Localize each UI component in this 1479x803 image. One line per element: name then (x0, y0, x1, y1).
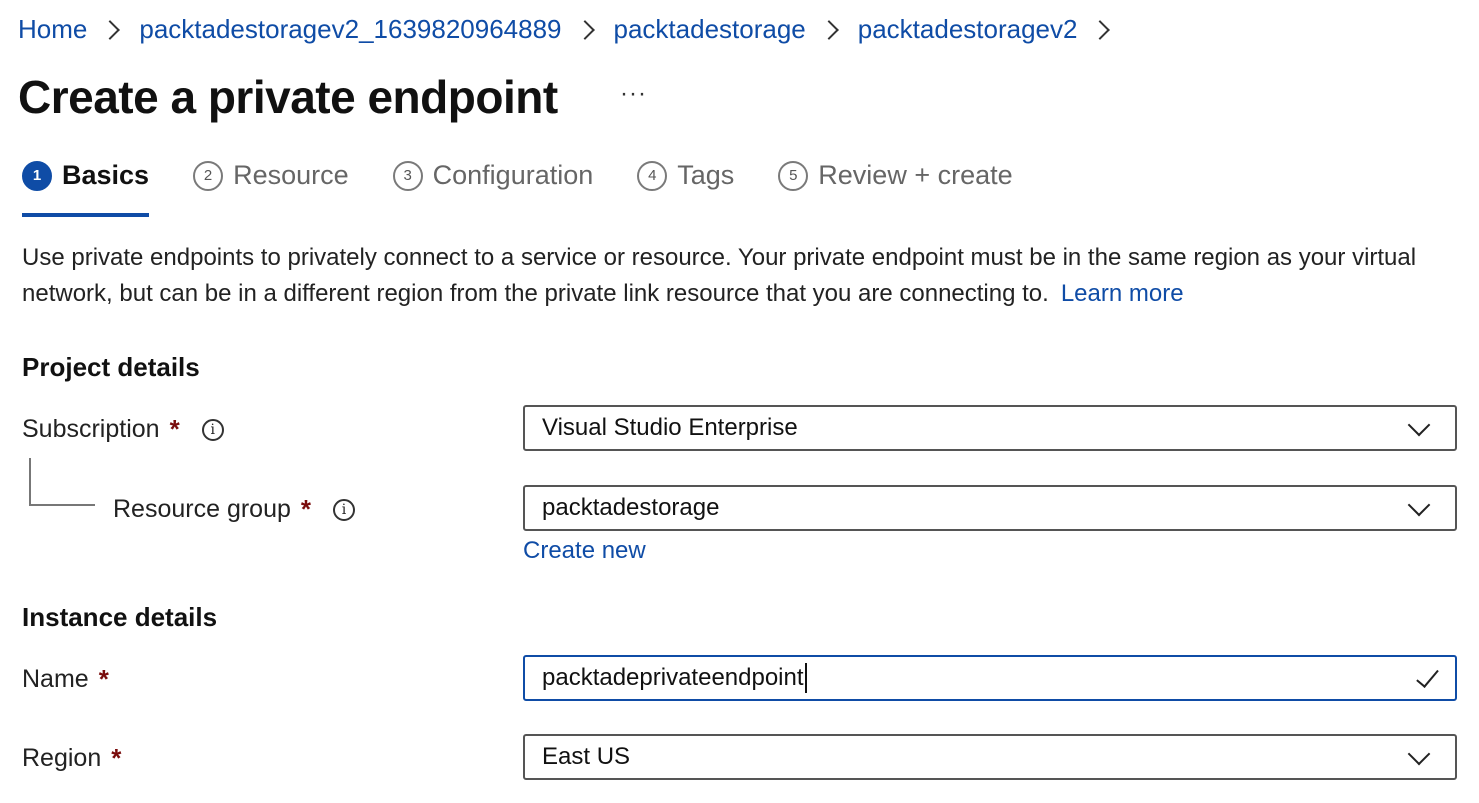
hierarchy-connector (29, 458, 95, 506)
name-input[interactable]: packtadeprivateendpoint (523, 655, 1457, 701)
more-options-icon[interactable]: ··· (620, 80, 647, 108)
name-label: Name * (22, 664, 109, 695)
info-icon[interactable]: i (201, 418, 224, 441)
required-asterisk: * (111, 743, 122, 773)
checkmark-icon (1416, 664, 1439, 688)
chevron-down-icon (1407, 493, 1431, 517)
region-label: Region * (22, 743, 121, 774)
subscription-dropdown[interactable]: Visual Studio Enterprise (523, 405, 1457, 451)
tab-label: Review + create (818, 160, 1013, 190)
subscription-label: Subscription * i (22, 414, 224, 445)
required-asterisk: * (300, 494, 312, 524)
page-title: Create a private endpoint (18, 71, 558, 123)
step-number-icon: 3 (392, 160, 423, 191)
label-text: Name (22, 665, 89, 693)
breadcrumb: Home packtadestoragev2_1639820964889 pac… (18, 14, 1129, 45)
description-text: Use private endpoints to privately conne… (22, 244, 1417, 307)
required-asterisk: * (98, 664, 109, 694)
resource-group-dropdown[interactable]: packtadestorage (523, 485, 1457, 531)
name-value: packtadeprivateendpoint (542, 664, 804, 691)
chevron-right-icon (1090, 19, 1111, 40)
chevron-down-icon (1407, 413, 1431, 437)
breadcrumb-storage[interactable]: packtadestorage (614, 14, 806, 45)
subscription-value: Visual Studio Enterprise (542, 414, 798, 441)
region-value: East US (542, 743, 631, 770)
info-icon[interactable]: i (333, 498, 356, 521)
tab-configuration[interactable]: 3 Configuration (392, 160, 594, 191)
tab-resource[interactable]: 2 Resource (193, 160, 349, 191)
tab-review-create[interactable]: 5 Review + create (778, 160, 1013, 191)
step-number-icon: 5 (778, 160, 809, 191)
region-dropdown[interactable]: East US (523, 734, 1457, 780)
resource-group-value: packtadestorage (542, 494, 720, 521)
resource-group-label: Resource group * i (113, 494, 356, 525)
chevron-right-icon (574, 19, 595, 40)
tab-label: Basics (62, 160, 150, 190)
step-number-icon: 2 (193, 160, 224, 191)
wizard-tabs: 1 Basics 2 Resource 3 Configuration 4 Ta… (22, 160, 1057, 217)
text-cursor (804, 663, 807, 693)
step-number-icon: 1 (22, 160, 52, 191)
label-text: Subscription (22, 415, 160, 443)
learn-more-link[interactable]: Learn more (1061, 280, 1184, 307)
tab-label: Resource (233, 160, 349, 190)
required-asterisk: * (169, 414, 180, 444)
project-details-heading: Project details (22, 352, 200, 382)
create-new-link[interactable]: Create new (523, 537, 646, 565)
description: Use private endpoints to privately conne… (22, 240, 1472, 312)
chevron-right-icon (818, 19, 839, 40)
chevron-right-icon (100, 19, 121, 40)
breadcrumb-home[interactable]: Home (18, 14, 87, 45)
tab-basics[interactable]: 1 Basics (22, 160, 150, 217)
breadcrumb-storage-v2[interactable]: packtadestoragev2 (858, 14, 1078, 45)
tab-tags[interactable]: 4 Tags (637, 160, 734, 191)
instance-details-heading: Instance details (22, 602, 218, 632)
breadcrumb-resource-group[interactable]: packtadestoragev2_1639820964889 (139, 14, 561, 45)
tab-label: Tags (677, 160, 735, 190)
label-text: Region (22, 744, 102, 772)
label-text: Resource group (113, 495, 291, 523)
tab-label: Configuration (432, 160, 594, 190)
step-number-icon: 4 (637, 160, 668, 191)
chevron-down-icon (1407, 742, 1431, 766)
